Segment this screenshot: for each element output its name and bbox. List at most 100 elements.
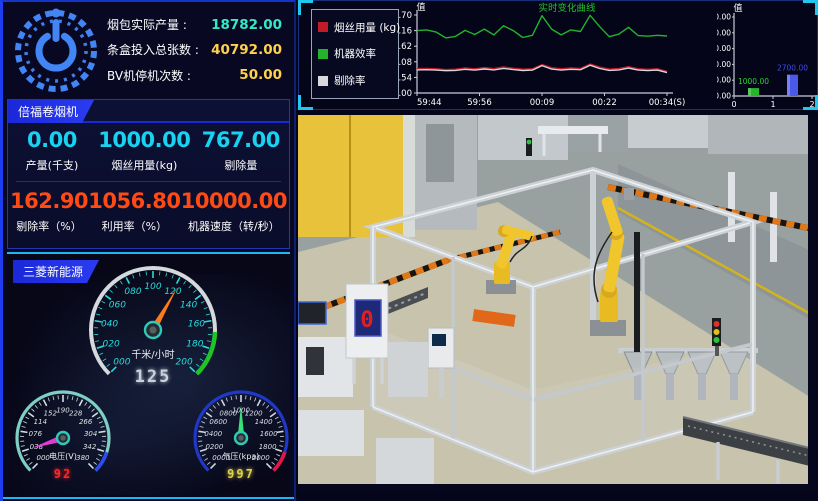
stat-bv-downtime: BV机停机次数 : 50.00 (107, 67, 282, 84)
svg-text:0200: 0200 (205, 443, 223, 451)
svg-text:00:34(S): 00:34(S) (649, 98, 686, 108)
legend-label: 烟丝用量 (kg) (334, 20, 400, 35)
svg-text:125: 125 (135, 367, 172, 387)
panel-title: 倍福卷烟机 (8, 100, 94, 123)
svg-text:837.54: 837.54 (399, 73, 412, 83)
legend-swatch-red (318, 22, 328, 32)
svg-text:00:22: 00:22 (592, 98, 617, 108)
white-table (538, 126, 608, 134)
company-logo (5, 4, 107, 96)
svg-text:342: 342 (83, 443, 97, 451)
svg-text:266: 266 (79, 418, 93, 426)
vehicle-gauge-panel: 三菱新能源 000020040060080100120140160180200千… (7, 252, 290, 495)
svg-text:6000.00: 6000.00 (717, 44, 731, 53)
svg-text:气压(kpa): 气压(kpa) (223, 451, 260, 461)
power-emblem-icon (10, 4, 102, 96)
svg-text:060: 060 (109, 300, 126, 310)
production-stats: 烟包实际产量 : 18782.00 条盒投入总张数 : 40792.00 BV机… (5, 4, 292, 96)
legend-item-efficiency: 机器效率 (318, 46, 392, 61)
svg-text:实时变化曲线: 实时变化曲线 (538, 2, 596, 14)
metric-label: 烟丝用量(kg) (94, 157, 195, 173)
svg-text:080: 080 (124, 287, 141, 297)
metric-row-2: 162.90 剔除率（%） 1056.80 利用率（%） 10000.00 机器… (8, 184, 289, 236)
factory-3d-view[interactable]: 0 (298, 112, 818, 492)
svg-text:040: 040 (101, 319, 118, 329)
svg-text:8000.00: 8000.00 (717, 28, 731, 37)
corner-accent (803, 95, 818, 110)
svg-text:0: 0 (731, 100, 736, 109)
stat-value: 18782.00 (211, 17, 282, 33)
metric-label: 剔除量 (195, 157, 287, 173)
svg-text:997: 997 (227, 467, 255, 481)
stat-label: 烟包实际产量 : (107, 16, 187, 33)
metric-value: 10000.00 (181, 189, 287, 213)
svg-text:0.00: 0.00 (399, 89, 412, 99)
svg-text:1600: 1600 (260, 430, 278, 438)
svg-text:2000.00: 2000.00 (717, 76, 731, 85)
svg-text:380: 380 (76, 454, 90, 462)
svg-text:1800: 1800 (259, 443, 277, 451)
metric-label: 机器速度（转/秒） (181, 218, 287, 234)
svg-text:00:09: 00:09 (530, 98, 555, 108)
metric-value: 1000.00 (94, 128, 195, 152)
svg-text:0.00: 0.00 (717, 92, 731, 101)
metric-label: 剔除率（%） (10, 218, 88, 234)
realtime-line-chart: 0.00837.541675.082512.623350.164187.7059… (399, 1, 709, 109)
svg-text:180: 180 (186, 340, 203, 350)
legend-label: 机器效率 (334, 46, 376, 61)
svg-text:228: 228 (69, 410, 83, 418)
svg-text:值: 值 (416, 1, 425, 13)
svg-text:电压(V): 电压(V) (49, 451, 77, 461)
svg-text:10000.00: 10000.00 (717, 13, 731, 22)
svg-text:值: 值 (733, 2, 742, 14)
stat-package-output: 烟包实际产量 : 18782.00 (107, 16, 282, 33)
stat-label: BV机停机次数 : (107, 67, 191, 84)
metric-value: 1056.80 (88, 189, 181, 213)
metric-label: 产量(千支) (10, 157, 94, 173)
metric-output: 0.00 产量(千支) (10, 128, 94, 173)
corner-accent (298, 95, 313, 110)
metric-value: 0.00 (10, 128, 94, 152)
corner-accent (298, 0, 313, 15)
machine-box (388, 342, 428, 397)
svg-text:3350.16: 3350.16 (399, 27, 412, 37)
factory-scene-illustration: 0 (298, 112, 818, 492)
metric-utilization: 1056.80 利用率（%） (88, 189, 181, 234)
metric-tobacco-used: 1000.00 烟丝用量(kg) (94, 128, 195, 173)
speed-gauge: 000020040060080100120140160180200千米/小时12… (63, 260, 243, 402)
svg-text:92: 92 (54, 467, 72, 481)
svg-text:200: 200 (176, 357, 193, 367)
machine-block (708, 112, 818, 154)
svg-text:1: 1 (770, 100, 775, 109)
metric-row-1: 0.00 产量(千支) 1000.00 烟丝用量(kg) 767.00 剔除量 (8, 123, 289, 175)
metric-value: 767.00 (195, 128, 287, 152)
svg-text:0600: 0600 (209, 418, 227, 426)
svg-text:4000.00: 4000.00 (717, 60, 731, 69)
chart-legend: 烟丝用量 (kg) 机器效率 剔除率 (311, 9, 399, 99)
metric-divider (16, 181, 281, 182)
stat-label: 条盒投入总张数 : (107, 41, 199, 58)
svg-text:160: 160 (188, 319, 205, 329)
svg-text:076: 076 (29, 430, 43, 438)
usage-bar-chart: 0.00 2000.00 4000.00 6000.00 8000.00 10000.00… (717, 1, 817, 109)
svg-text:0400: 0400 (204, 430, 222, 438)
metric-machine-speed: 10000.00 机器速度（转/秒） (181, 189, 287, 234)
workbench (376, 438, 434, 486)
machine-block (478, 112, 568, 160)
svg-text:020: 020 (103, 340, 120, 350)
counter-display-value: 0 (360, 308, 375, 333)
stat-value: 50.00 (239, 67, 282, 83)
svg-text:304: 304 (84, 430, 97, 438)
svg-text:100: 100 (144, 282, 161, 292)
metric-reject-rate: 162.90 剔除率（%） (10, 189, 88, 234)
legend-item-tobacco: 烟丝用量 (kg) (318, 20, 392, 35)
svg-text:59:56: 59:56 (467, 98, 492, 108)
svg-text:1200: 1200 (245, 410, 263, 418)
svg-text:1000.00: 1000.00 (738, 77, 769, 86)
voltage-gauge: 000038076114152190228266304342380电压(V)92 (7, 386, 121, 492)
monitor-screen (298, 302, 326, 324)
svg-text:2512.62: 2512.62 (399, 42, 412, 52)
pressure-gauge: 0000020004000600080010001200140016001800… (183, 386, 290, 492)
cigarette-machine-panel: 倍福卷烟机 0.00 产量(千支) 1000.00 烟丝用量(kg) 767.0… (7, 99, 290, 249)
svg-text:2700.00: 2700.00 (777, 64, 808, 73)
